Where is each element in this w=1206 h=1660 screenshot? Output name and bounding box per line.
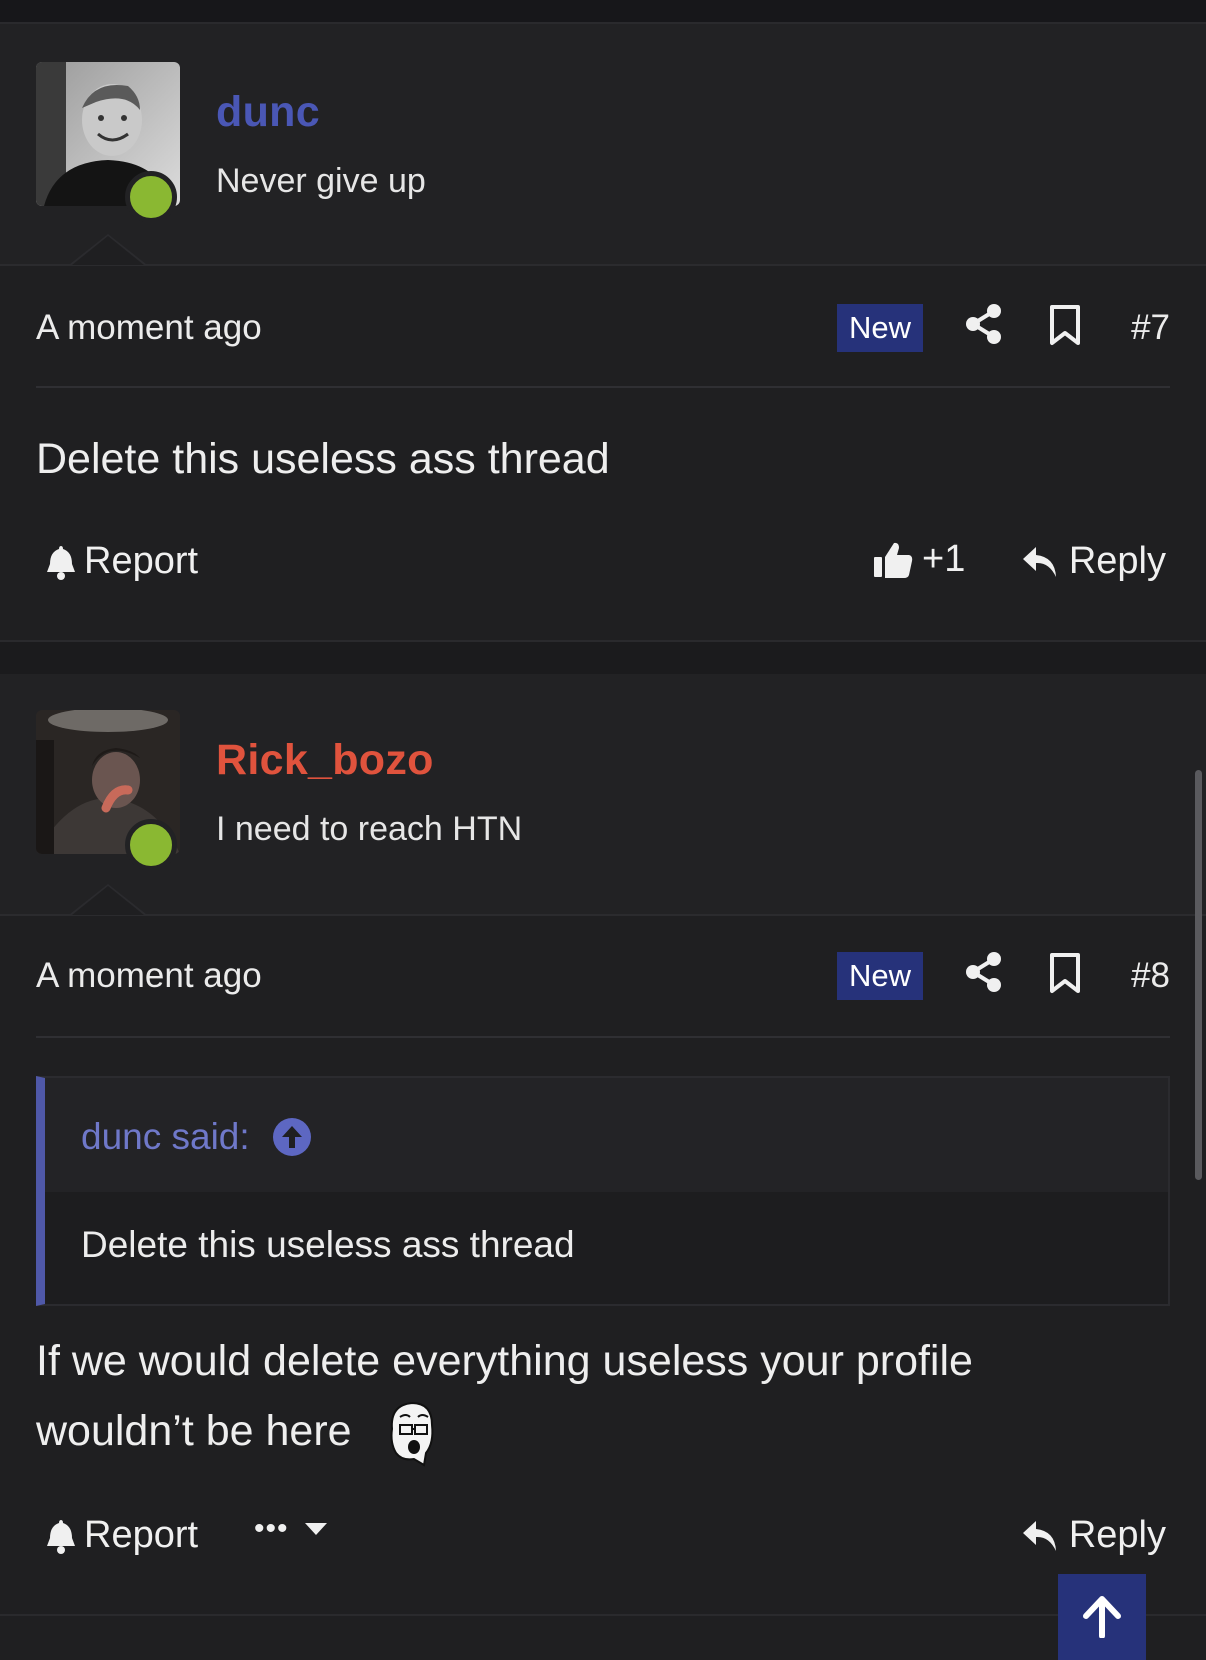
user-title: Never give up xyxy=(216,162,426,200)
post-time[interactable]: A moment ago xyxy=(36,308,262,348)
scroll-to-top-button[interactable] xyxy=(1058,1574,1146,1660)
post-separator xyxy=(0,640,1206,678)
reply-icon xyxy=(1022,546,1056,577)
more-options-button[interactable]: ••• xyxy=(254,1512,329,1546)
wojak-emoji-icon xyxy=(390,1401,433,1467)
post-8: Rick_bozo I need to reach HTN A moment a… xyxy=(0,674,1206,1660)
post-number[interactable]: #8 xyxy=(1131,956,1170,996)
meta-divider xyxy=(36,1036,1170,1038)
post-meta: A moment ago New #7 xyxy=(36,304,1170,368)
bell-icon xyxy=(47,1519,75,1554)
arrow-up-icon xyxy=(1083,1596,1121,1638)
quote-author: dunc said: xyxy=(81,1116,250,1157)
username[interactable]: dunc xyxy=(216,88,320,137)
post-time[interactable]: A moment ago xyxy=(36,956,262,996)
quote-author-link[interactable]: dunc said: xyxy=(81,1116,312,1158)
bookmark-icon[interactable] xyxy=(1048,952,1082,994)
post-author-header: Rick_bozo I need to reach HTN xyxy=(0,674,1206,916)
post-meta: A moment ago New #8 xyxy=(36,952,1170,1016)
online-indicator xyxy=(125,171,177,223)
report-label: Report xyxy=(84,1514,199,1556)
bottom-divider xyxy=(0,1614,1206,1616)
reply-label: Reply xyxy=(1068,1514,1166,1556)
quote-header: dunc said: xyxy=(45,1078,1168,1192)
like-count: +1 xyxy=(922,538,966,580)
thumbs-up-icon xyxy=(874,542,913,578)
reply-icon xyxy=(1022,1520,1056,1551)
bookmark-icon[interactable] xyxy=(1048,304,1082,346)
post-body: If we would delete everything useless yo… xyxy=(36,1326,1096,1469)
reply-label: Reply xyxy=(1068,540,1166,582)
quote-text: Delete this useless ass thread xyxy=(81,1224,575,1265)
online-indicator xyxy=(125,819,177,871)
top-band xyxy=(0,0,1206,24)
arrow-up-circle-icon[interactable] xyxy=(272,1117,312,1157)
like-button[interactable]: +1 xyxy=(872,538,965,581)
post-number[interactable]: #7 xyxy=(1131,308,1170,348)
share-icon[interactable] xyxy=(964,302,1004,346)
user-title: I need to reach HTN xyxy=(216,810,523,848)
post-7: dunc Never give up A moment ago New #7 D… xyxy=(0,24,1206,640)
notch-arrow xyxy=(70,884,146,915)
meta-divider xyxy=(36,386,1170,388)
post-body-text: If we would delete everything useless yo… xyxy=(36,1337,973,1455)
quote-block: dunc said: Delete this useless ass threa… xyxy=(36,1076,1170,1306)
report-button[interactable]: Report xyxy=(44,540,198,583)
report-button[interactable]: Report xyxy=(44,1514,198,1557)
new-badge: New xyxy=(837,304,924,352)
bell-icon xyxy=(47,545,75,580)
report-label: Report xyxy=(84,540,199,582)
username[interactable]: Rick_bozo xyxy=(216,736,434,785)
post-author-header: dunc Never give up xyxy=(0,24,1206,266)
post-body: Delete this useless ass thread xyxy=(36,435,610,483)
scrollbar[interactable] xyxy=(1195,770,1202,1180)
new-badge: New xyxy=(837,952,924,1000)
reply-button[interactable]: Reply xyxy=(1021,540,1166,583)
chevron-down-icon xyxy=(304,1523,327,1535)
notch-arrow xyxy=(70,234,146,265)
more-label: ••• xyxy=(254,1512,289,1545)
share-icon[interactable] xyxy=(964,950,1004,994)
reply-button[interactable]: Reply xyxy=(1021,1514,1166,1557)
